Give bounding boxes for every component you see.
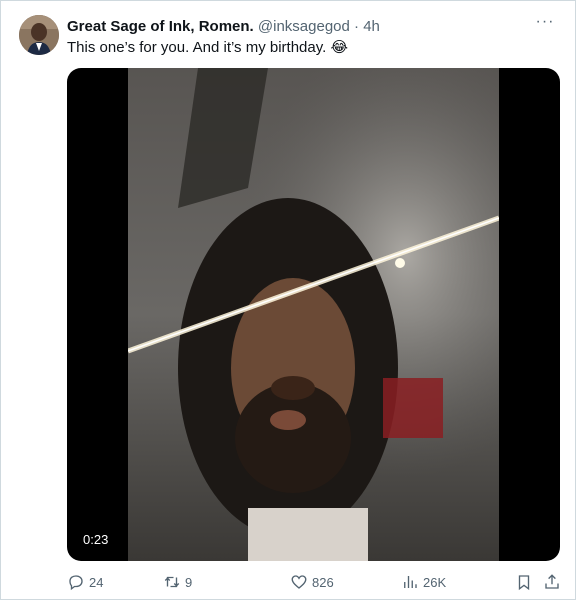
- repost-count: 9: [185, 574, 193, 590]
- header-separator: ·: [354, 18, 360, 35]
- video-player[interactable]: 0:23: [67, 68, 560, 561]
- more-dots-icon: ···: [535, 13, 555, 30]
- tweet-card[interactable]: Great Sage of Ink, Romen. @inksagegod · …: [0, 0, 576, 600]
- repost-icon: [164, 576, 180, 588]
- video-thumbnail: [128, 68, 499, 561]
- bookmark-icon: [518, 575, 530, 591]
- video-duration: 0:23: [77, 529, 115, 551]
- author-handle[interactable]: @inksagegod: [258, 18, 350, 35]
- avatar[interactable]: [19, 15, 59, 55]
- more-options-button[interactable]: ···: [533, 13, 557, 33]
- tweet-actions: 24 9 826 26K: [67, 569, 567, 595]
- tweet-header: Great Sage of Ink, Romen. @inksagegod · …: [67, 17, 535, 37]
- tweet-text: This one’s for you. And it’s my birthday…: [67, 39, 348, 56]
- bookmark-button[interactable]: [515, 569, 533, 595]
- like-count: 826: [312, 574, 334, 590]
- repost-button[interactable]: 9: [163, 569, 192, 595]
- like-button[interactable]: 826: [290, 569, 334, 595]
- share-button[interactable]: [543, 569, 561, 595]
- author-display-name[interactable]: Great Sage of Ink, Romen.: [67, 18, 254, 35]
- share-icon: [545, 574, 559, 589]
- view-count: 26K: [423, 574, 447, 590]
- tweet-timestamp[interactable]: 4h: [363, 18, 380, 35]
- reply-icon: [69, 575, 83, 591]
- heart-icon: [291, 575, 307, 589]
- reply-button[interactable]: 24: [67, 569, 103, 595]
- avatar-image: [19, 15, 59, 55]
- views-bar-icon: [404, 576, 417, 588]
- views-button[interactable]: 26K: [401, 569, 446, 595]
- reply-count: 24: [89, 574, 104, 590]
